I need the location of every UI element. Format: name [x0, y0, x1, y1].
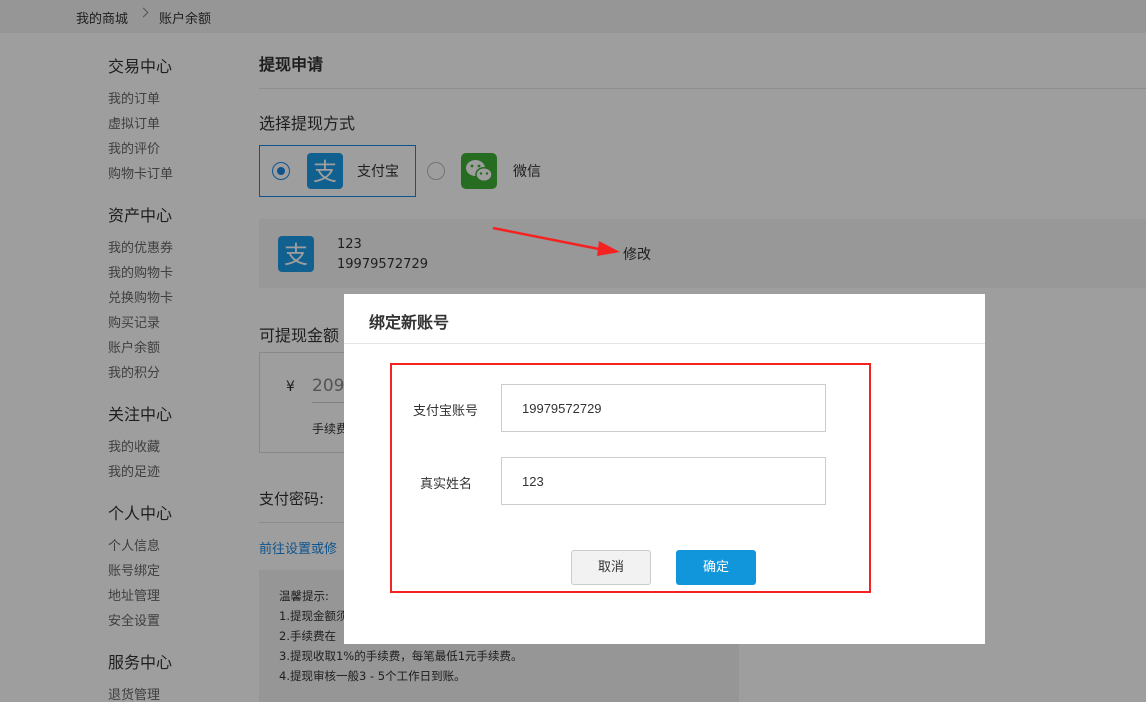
real-name-input[interactable] — [501, 457, 826, 505]
bind-account-dialog: 绑定新账号 支付宝账号 真实姓名 取消 确定 — [344, 294, 985, 644]
alipay-account-label: 支付宝账号 — [413, 404, 479, 419]
divider — [344, 343, 985, 344]
confirm-button[interactable]: 确定 — [676, 550, 756, 585]
alipay-account-input[interactable] — [501, 384, 826, 432]
cancel-button[interactable]: 取消 — [571, 550, 651, 585]
real-name-label: 真实姓名 — [420, 477, 473, 492]
dialog-title: 绑定新账号 — [369, 313, 450, 332]
